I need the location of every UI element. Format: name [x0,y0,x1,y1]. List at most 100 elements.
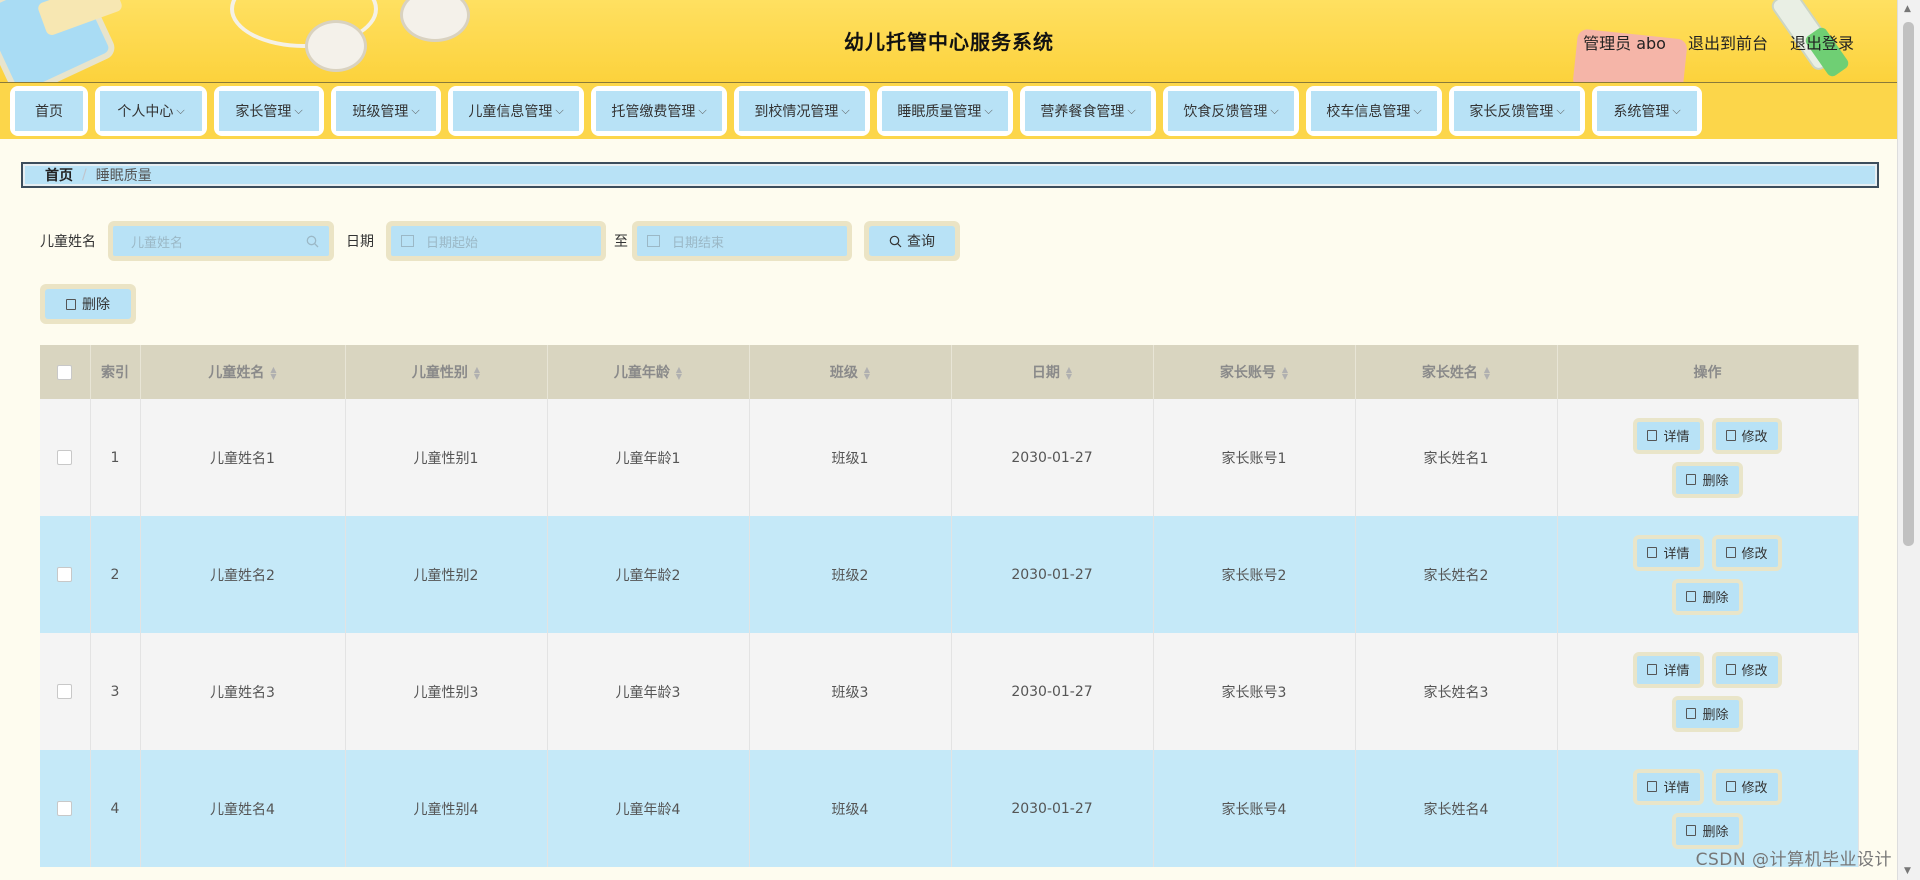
nav-item-button[interactable]: 到校情况管理 ⌵ [739,91,865,131]
nav-item[interactable]: 系统管理 ⌵ [1592,86,1702,136]
sort-icon[interactable]: ▲ ▼ [1282,366,1288,381]
row-checkbox[interactable] [57,684,73,699]
nav-item-button[interactable]: 家长管理 ⌵ [219,91,319,131]
edit-button[interactable]: 修改 [1715,538,1778,567]
nav-item-label: 睡眠质量管理 [897,104,982,120]
actions-cell: 详情 修改删除 [1557,633,1859,750]
column-header-label: 日期 [1031,365,1060,381]
chevron-down-icon: ⌵ [1127,104,1136,117]
table-row[interactable]: 4 儿童姓名4 儿童性别4 儿童年龄4 班级4 2030-01-27 家长账号4 家长姓名4 详… [40,750,1859,867]
nav-item[interactable]: 托管缴费管理 ⌵ [591,86,727,136]
sort-icon[interactable]: ▲ ▼ [1484,366,1490,381]
row-checkbox[interactable] [57,450,73,465]
detail-button[interactable]: 详情 [1637,655,1700,684]
nav-item-label: 班级管理 [352,104,409,120]
nav-item-button[interactable]: 家长反馈管理 ⌵ [1454,91,1580,131]
child-name-input[interactable]: 儿童姓名 [113,226,329,256]
nav-item-button[interactable]: 班级管理 ⌵ [336,91,436,131]
nav-item[interactable]: 首页 [10,86,88,136]
breadcrumb-home[interactable]: 首页 [45,165,73,185]
nav-item-button[interactable]: 校车信息管理 ⌵ [1311,91,1437,131]
nav-item[interactable]: 饮食反馈管理 ⌵ [1163,86,1299,136]
nav-item[interactable]: 个人中心 ⌵ [95,86,207,136]
calendar-icon [647,235,660,247]
nav-item-button[interactable]: 个人中心 ⌵ [100,91,202,131]
row-actions-top: 详情 修改 [1633,651,1782,688]
nav-item-button[interactable]: 饮食反馈管理 ⌵ [1168,91,1294,131]
date-start-input[interactable]: 日期起始 [391,226,601,256]
sort-icon[interactable]: ▲ ▼ [676,366,682,381]
search-bar: 儿童姓名 儿童姓名 日期 日期起始 至 日期结束 查询 [40,221,960,261]
chevron-down-icon: ⌵ [294,104,303,117]
nav-item[interactable]: 家长反馈管理 ⌵ [1449,86,1585,136]
column-header-label: 儿童姓名 [208,365,265,381]
nav-item-button[interactable]: 儿童信息管理 ⌵ [453,91,579,131]
sort-icon[interactable]: ▲ ▼ [1066,366,1072,381]
scroll-up-arrow[interactable]: ▲ [1904,4,1911,14]
query-button[interactable]: 查询 [869,226,955,256]
column-header[interactable]: 日期 ▲ ▼ [951,345,1154,399]
nav-item[interactable]: 家长管理 ⌵ [214,86,324,136]
date-end-input[interactable]: 日期结束 [637,226,847,256]
nav-item-button[interactable]: 营养餐食管理 ⌵ [1025,91,1151,131]
column-header[interactable]: 家长姓名 ▲ ▼ [1355,345,1558,399]
column-header[interactable]: 儿童姓名 ▲ ▼ [140,345,346,399]
nav-item[interactable]: 睡眠质量管理 ⌵ [877,86,1013,136]
nav-item[interactable]: 校车信息管理 ⌵ [1306,86,1442,136]
detail-button[interactable]: 详情 [1637,772,1700,801]
cell-gender: 儿童性别1 [345,399,548,516]
cell-age: 儿童年龄2 [547,516,750,633]
sort-icon[interactable]: ▲ ▼ [864,366,870,381]
breadcrumb: 首页 / 睡眠质量 [21,162,1879,188]
row-checkbox[interactable] [57,801,73,816]
sort-icon[interactable]: ▲ ▼ [270,366,276,381]
chevron-down-icon: ⌵ [1413,104,1422,117]
sort-icon[interactable]: ▲ ▼ [474,366,480,381]
vertical-scrollbar[interactable]: ▲ ▼ [1897,0,1920,880]
delete-button[interactable]: 删除 [1676,582,1739,611]
delete-button[interactable]: 删除 [1676,465,1739,494]
delete-button[interactable]: 删除 [1676,816,1739,845]
cell-date: 2030-01-27 [951,633,1154,750]
trash-icon [1686,591,1697,602]
nav-item-button[interactable]: 首页 [15,91,83,131]
to-front-link[interactable]: 退出到前台 [1688,30,1768,54]
nav-item[interactable]: 到校情况管理 ⌵ [734,86,870,136]
delete-button-frame: 删除 [1672,461,1743,498]
nav-item-button[interactable]: 托管缴费管理 ⌵ [596,91,722,131]
header: 幼儿托管中心服务系统 管理员 abo 退出到前台 退出登录 [0,0,1898,83]
nav-item[interactable]: 营养餐食管理 ⌵ [1020,86,1156,136]
scroll-down-arrow[interactable]: ▼ [1904,866,1911,876]
edit-button[interactable]: 修改 [1715,772,1778,801]
column-header[interactable]: 家长账号 ▲ ▼ [1153,345,1356,399]
row-checkbox[interactable] [57,567,73,582]
delete-button[interactable]: 删除 [1676,699,1739,728]
cell-parent: 家长姓名2 [1355,516,1558,633]
trash-icon [1686,825,1697,836]
select-all-checkbox[interactable] [57,364,73,380]
pencil-icon [1725,547,1736,558]
batch-delete-button[interactable]: 删除 [45,289,131,319]
column-header[interactable]: 儿童年龄 ▲ ▼ [547,345,750,399]
row-select-cell [40,516,91,633]
detail-button[interactable]: 详情 [1637,538,1700,567]
table-row[interactable]: 1 儿童姓名1 儿童性别1 儿童年龄1 班级1 2030-01-27 家长账号1 家长姓名1 详… [40,399,1859,516]
edit-button[interactable]: 修改 [1715,421,1778,450]
nav-item[interactable]: 班级管理 ⌵ [331,86,441,136]
edit-button[interactable]: 修改 [1715,655,1778,684]
column-header[interactable]: 儿童性别 ▲ ▼ [345,345,548,399]
nav-item-button[interactable]: 睡眠质量管理 ⌵ [882,91,1008,131]
nav-item-button[interactable]: 系统管理 ⌵ [1597,91,1697,131]
detail-button-frame: 详情 [1633,651,1704,688]
table-row[interactable]: 2 儿童姓名2 儿童性别2 儿童年龄2 班级2 2030-01-27 家长账号2 家长姓名2 详… [40,516,1859,633]
select-all-cell [40,345,91,399]
cell-class: 班级3 [749,633,952,750]
batch-delete-frame: 删除 [40,284,136,324]
logout-link[interactable]: 退出登录 [1790,30,1854,54]
nav-item[interactable]: 儿童信息管理 ⌵ [448,86,584,136]
search-icon [889,235,902,247]
scrollbar-thumb[interactable] [1903,22,1914,546]
detail-button[interactable]: 详情 [1637,421,1700,450]
table-row[interactable]: 3 儿童姓名3 儿童性别3 儿童年龄3 班级3 2030-01-27 家长账号3 家长姓名3 详… [40,633,1859,750]
column-header[interactable]: 班级 ▲ ▼ [749,345,952,399]
